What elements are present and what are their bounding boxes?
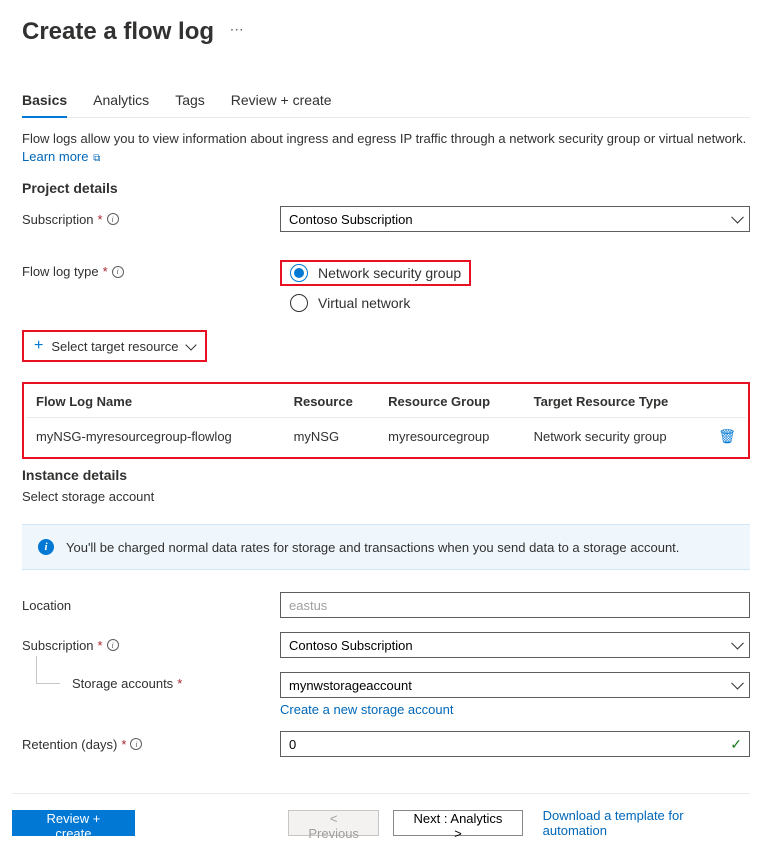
table-row: myNSG-myresourcegroup-flowlog myNSG myre… <box>26 418 746 456</box>
external-link-icon: ⧉ <box>90 153 100 164</box>
page-title: Create a flow log <box>22 18 214 46</box>
location-input <box>280 592 750 618</box>
cell-resource-group: myresourcegroup <box>378 418 523 456</box>
radio-vnet[interactable]: Virtual network <box>280 294 750 312</box>
next-button[interactable]: Next : Analytics > <box>393 810 522 836</box>
learn-more-link[interactable]: Learn more ⧉ <box>22 149 100 164</box>
required-marker: * <box>103 264 108 279</box>
col-resource-group: Resource Group <box>378 386 523 418</box>
download-template-link[interactable]: Download a template for automation <box>543 808 750 838</box>
section-instance-details: Instance details <box>22 467 750 483</box>
cell-resource: myNSG <box>284 418 379 456</box>
indent-connector <box>36 656 60 684</box>
col-resource: Resource <box>284 386 379 418</box>
required-marker: * <box>98 212 103 227</box>
tab-analytics[interactable]: Analytics <box>93 92 149 118</box>
radio-nsg[interactable]: Network security group <box>290 264 461 282</box>
tab-basics[interactable]: Basics <box>22 92 67 118</box>
label-select-storage: Select storage account <box>22 489 750 504</box>
required-marker: * <box>177 676 182 691</box>
radio-vnet-label: Virtual network <box>318 295 410 311</box>
storage-subscription-select[interactable]: Contoso Subscription <box>280 632 750 658</box>
retention-input[interactable] <box>280 731 750 757</box>
select-target-label: Select target resource <box>51 339 178 354</box>
info-icon[interactable]: i <box>112 266 124 278</box>
intro-text: Flow logs allow you to view information … <box>22 130 750 166</box>
info-icon[interactable]: i <box>130 738 142 750</box>
delete-icon[interactable]: 🗑 <box>718 428 736 444</box>
col-target-type: Target Resource Type <box>524 386 709 418</box>
label-subscription-storage: Subscription <box>22 638 94 653</box>
review-create-button[interactable]: Review + create <box>12 810 135 836</box>
banner-text: You'll be charged normal data rates for … <box>66 540 679 555</box>
info-icon[interactable]: i <box>107 213 119 225</box>
cell-target-type: Network security group <box>524 418 709 456</box>
cell-flow-log-name: myNSG-myresourcegroup-flowlog <box>26 418 284 456</box>
tab-review-create[interactable]: Review + create <box>231 92 332 118</box>
previous-button: < Previous <box>288 810 379 836</box>
storage-info-banner: i You'll be charged normal data rates fo… <box>22 524 750 570</box>
storage-account-select[interactable]: mynwstorageaccount <box>280 672 750 698</box>
tab-tags[interactable]: Tags <box>175 92 205 118</box>
required-marker: * <box>121 737 126 752</box>
subscription-select[interactable]: Contoso Subscription <box>280 206 750 232</box>
select-target-resource-button[interactable]: + Select target resource <box>22 330 207 362</box>
section-project-details: Project details <box>22 180 750 196</box>
radio-icon-selected <box>290 264 308 282</box>
footer-bar: Review + create < Previous Next : Analyt… <box>12 793 750 838</box>
label-storage-accounts: Storage accounts <box>72 676 173 691</box>
required-marker: * <box>98 638 103 653</box>
tabs-bar: Basics Analytics Tags Review + create <box>22 92 750 118</box>
plus-icon: + <box>34 337 43 355</box>
target-resource-table: Flow Log Name Resource Resource Group Ta… <box>22 382 750 459</box>
label-subscription: Subscription <box>22 212 94 227</box>
create-storage-link[interactable]: Create a new storage account <box>280 702 453 717</box>
radio-icon <box>290 294 308 312</box>
chevron-down-icon <box>185 339 196 350</box>
radio-nsg-label: Network security group <box>318 265 461 281</box>
info-icon: i <box>38 539 54 555</box>
more-actions-icon[interactable]: ⋯ <box>230 21 245 37</box>
label-location: Location <box>22 598 71 613</box>
intro-body: Flow logs allow you to view information … <box>22 131 746 146</box>
col-flow-log-name: Flow Log Name <box>26 386 284 418</box>
info-icon[interactable]: i <box>107 639 119 651</box>
label-flow-log-type: Flow log type <box>22 264 99 279</box>
label-retention: Retention (days) <box>22 737 117 752</box>
table-header-row: Flow Log Name Resource Resource Group Ta… <box>26 386 746 418</box>
